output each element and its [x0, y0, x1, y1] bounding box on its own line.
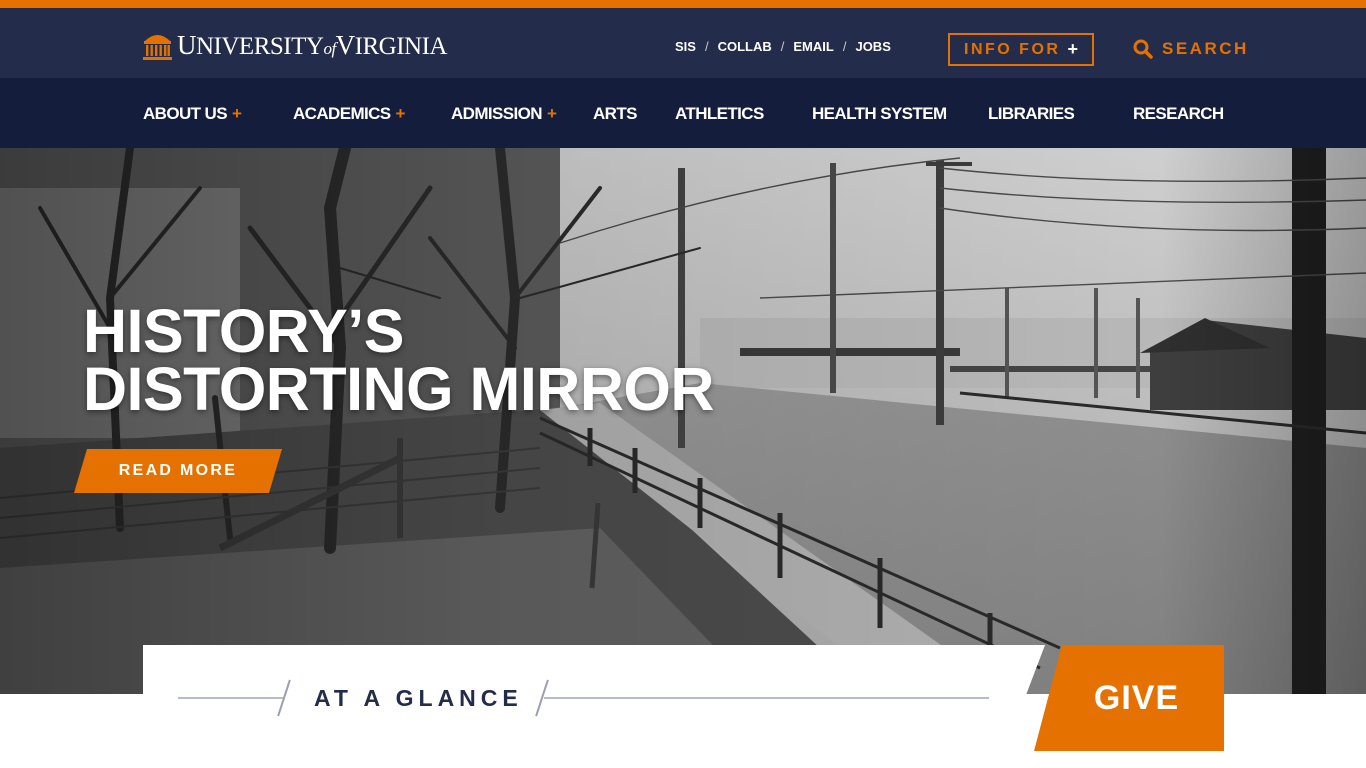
hero-banner: HISTORY’S DISTORTING MIRROR READ MORE [0, 148, 1366, 694]
at-a-glance-heading: AT A GLANCE [314, 685, 523, 711]
nav-item-about-us[interactable]: ABOUT US + [143, 104, 242, 124]
utility-bar: UNIVERSITYofVIRGINIA SIS / COLLAB / EMAI… [0, 8, 1366, 78]
plus-icon: + [395, 104, 406, 123]
nav-item-arts[interactable]: ARTS [593, 104, 637, 124]
nav-label: ABOUT US [143, 104, 228, 123]
info-for-label: INFO FOR [964, 40, 1061, 58]
utility-separator: / [780, 39, 785, 54]
utility-link-sis[interactable]: SIS [675, 39, 696, 54]
read-more-button[interactable]: READ MORE [74, 449, 282, 493]
utility-link-jobs[interactable]: JOBS [855, 39, 890, 54]
plus-icon: + [1067, 39, 1078, 59]
nav-item-health-system[interactable]: HEALTH SYSTEM [812, 104, 947, 124]
nav-item-athletics[interactable]: ATHLETICS [675, 104, 764, 124]
plus-icon: + [546, 104, 557, 123]
utility-link-collab[interactable]: COLLAB [718, 39, 772, 54]
search-button[interactable]: SEARCH [1133, 39, 1249, 59]
nav-item-academics[interactable]: ACADEMICS + [293, 104, 405, 124]
nav-item-libraries[interactable]: LIBRARIES [988, 104, 1075, 124]
nav-item-admission[interactable]: ADMISSION + [451, 104, 557, 124]
nav-item-research[interactable]: RESEARCH [1133, 104, 1224, 124]
hero-title-line2: DISTORTING MIRROR [83, 355, 714, 423]
university-logo[interactable]: UNIVERSITYofVIRGINIA [143, 27, 448, 63]
give-button[interactable]: GIVE [1034, 645, 1224, 751]
read-more-label: READ MORE [118, 462, 238, 479]
utility-link-email[interactable]: EMAIL [793, 39, 833, 54]
main-nav: ABOUT US + ACADEMICS + ADMISSION + ARTS ATH… [0, 78, 1366, 148]
at-a-glance-card [143, 645, 1045, 768]
top-accent-stripe [0, 0, 1366, 8]
nav-label: ACADEMICS [293, 104, 391, 123]
divider-line [178, 697, 284, 699]
utility-separator: / [704, 39, 709, 54]
search-icon [1133, 39, 1153, 59]
utility-separator: / [842, 39, 847, 54]
hero-title: HISTORY’S DISTORTING MIRROR [83, 301, 714, 420]
info-for-button[interactable]: INFO FOR + [948, 33, 1094, 66]
divider-line [544, 697, 989, 699]
search-label: SEARCH [1162, 39, 1249, 58]
give-label: GIVE [1093, 678, 1180, 717]
plus-icon: + [231, 104, 242, 123]
logo-wordmark: UNIVERSITYofVIRGINIA [177, 29, 448, 60]
nav-label: ADMISSION [451, 104, 543, 123]
utility-links: SIS / COLLAB / EMAIL / JOBS [675, 39, 891, 54]
rotunda-icon [143, 35, 172, 60]
